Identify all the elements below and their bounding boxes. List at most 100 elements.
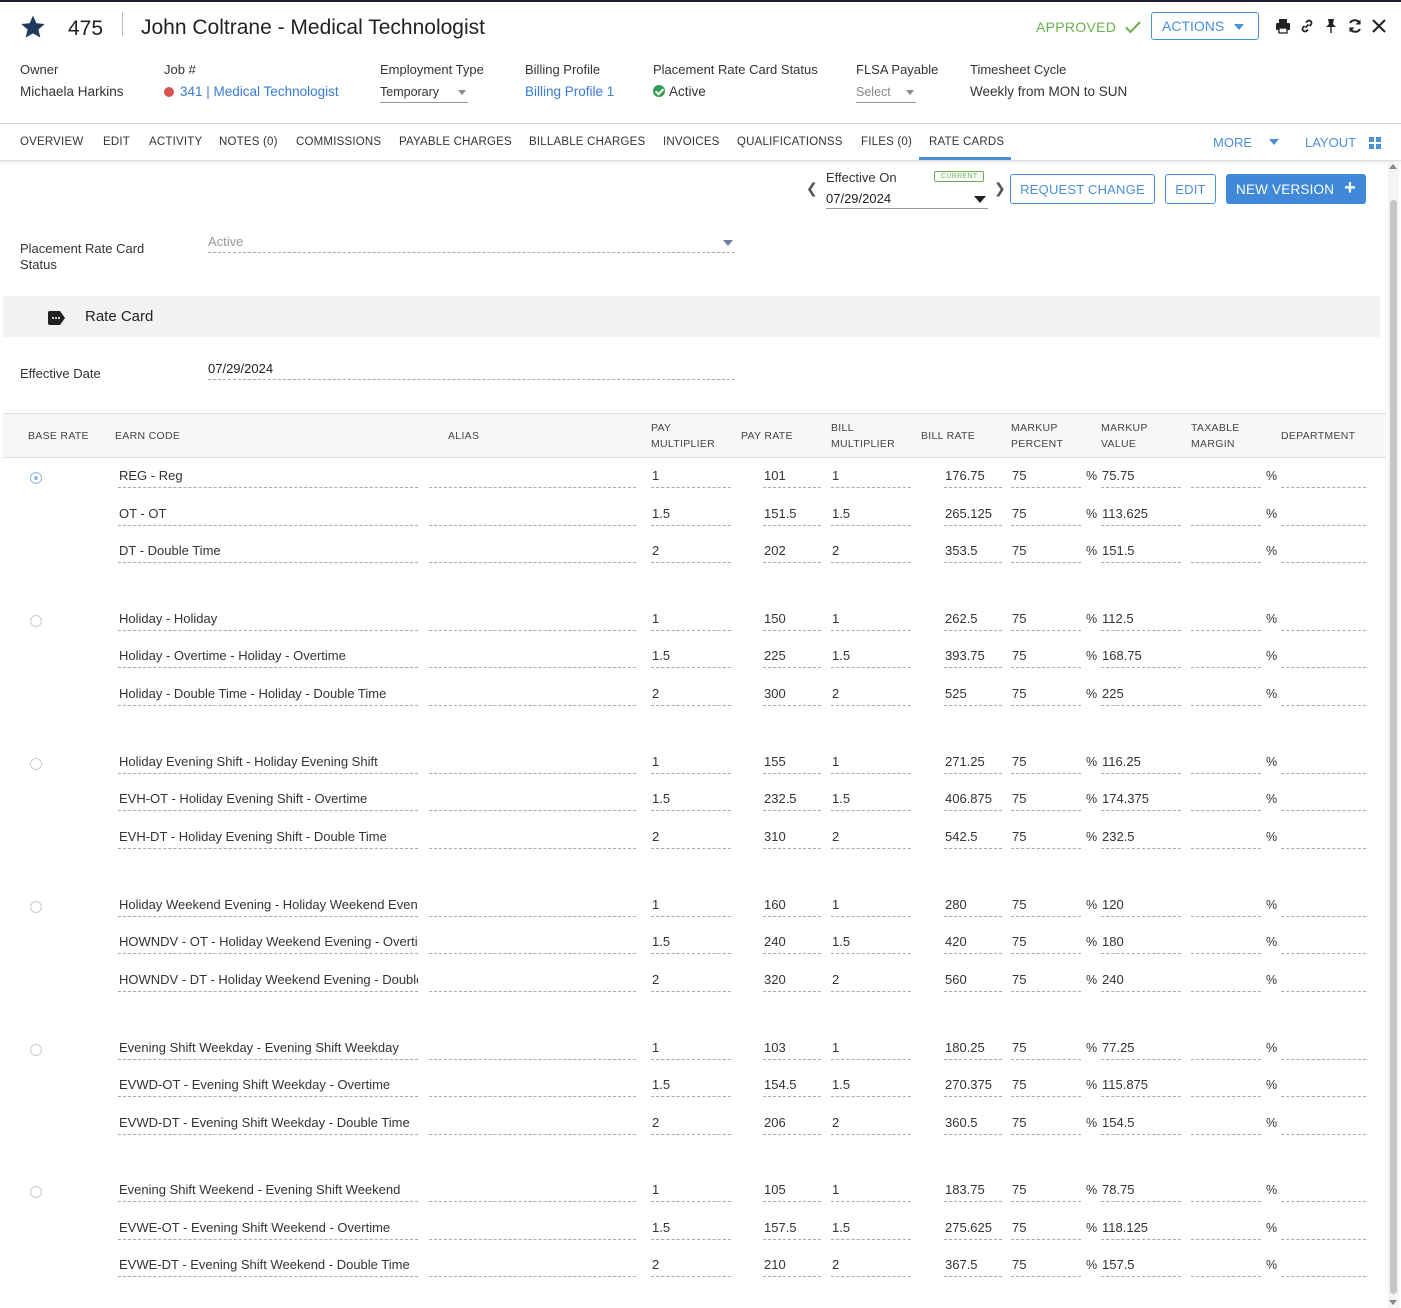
markup-percent-field[interactable]: 75 [1011, 686, 1081, 706]
department-field[interactable] [1281, 1257, 1366, 1277]
actions-button[interactable]: ACTIONS [1151, 12, 1259, 40]
bill-rate-field[interactable]: 280 [944, 897, 1002, 917]
pay-rate-field[interactable]: 300 [763, 686, 821, 706]
markup-value-field[interactable]: 78.75 [1101, 1182, 1181, 1202]
base-rate-radio[interactable] [30, 758, 42, 770]
pay-rate-field[interactable]: 310 [763, 829, 821, 849]
earn-code-field[interactable]: HOWNDV - DT - Holiday Weekend Evening - … [118, 972, 418, 992]
bill-multiplier-field[interactable]: 1 [831, 1182, 911, 1202]
tab-edit[interactable]: EDIT [103, 136, 130, 148]
bill-rate-field[interactable]: 275.625 [944, 1220, 1002, 1240]
chevron-left-icon[interactable]: ❮ [806, 180, 818, 197]
earn-code-field[interactable]: Holiday - Overtime - Holiday - Overtime [118, 648, 418, 668]
department-field[interactable] [1281, 972, 1366, 992]
bill-multiplier-field[interactable]: 1.5 [831, 934, 911, 954]
tab-invoices[interactable]: INVOICES [663, 136, 720, 148]
pin-icon[interactable] [1323, 18, 1339, 34]
chevron-right-icon[interactable]: ❯ [994, 180, 1006, 197]
pay-rate-field[interactable]: 240 [763, 934, 821, 954]
department-field[interactable] [1281, 829, 1366, 849]
bill-multiplier-field[interactable]: 1 [831, 754, 911, 774]
alias-field[interactable] [429, 1077, 636, 1097]
tab-billable-charges[interactable]: BILLABLE CHARGES [529, 136, 645, 148]
bill-multiplier-field[interactable]: 2 [831, 1257, 911, 1277]
link-icon[interactable] [1299, 18, 1315, 34]
markup-percent-field[interactable]: 75 [1011, 791, 1081, 811]
tab-notes[interactable]: NOTES (0) [219, 136, 278, 148]
earn-code-field[interactable]: Evening Shift Weekend - Evening Shift We… [118, 1182, 418, 1202]
markup-percent-field[interactable]: 75 [1011, 1040, 1081, 1060]
pay-rate-field[interactable]: 320 [763, 972, 821, 992]
pay-rate-field[interactable]: 232.5 [763, 791, 821, 811]
markup-percent-field[interactable]: 75 [1011, 897, 1081, 917]
taxable-margin-field[interactable] [1191, 1182, 1261, 1202]
pay-rate-field[interactable]: 155 [763, 754, 821, 774]
refresh-icon[interactable] [1347, 18, 1363, 34]
department-field[interactable] [1281, 1040, 1366, 1060]
alias-field[interactable] [429, 972, 636, 992]
markup-percent-field[interactable]: 75 [1011, 1220, 1081, 1240]
department-field[interactable] [1281, 1220, 1366, 1240]
employment-type-select[interactable]: Temporary [380, 85, 468, 103]
taxable-margin-field[interactable] [1191, 972, 1261, 992]
alias-field[interactable] [429, 791, 636, 811]
taxable-margin-field[interactable] [1191, 829, 1261, 849]
earn-code-field[interactable]: REG - Reg [118, 468, 418, 488]
bill-rate-field[interactable]: 183.75 [944, 1182, 1002, 1202]
markup-value-field[interactable]: 151.5 [1101, 543, 1181, 563]
pay-multiplier-field[interactable]: 1.5 [651, 506, 731, 526]
pay-multiplier-field[interactable]: 2 [651, 1257, 731, 1277]
pay-rate-field[interactable]: 160 [763, 897, 821, 917]
markup-value-field[interactable]: 113.625 [1101, 506, 1181, 526]
markup-percent-field[interactable]: 75 [1011, 1077, 1081, 1097]
taxable-margin-field[interactable] [1191, 754, 1261, 774]
department-field[interactable] [1281, 1115, 1366, 1135]
pay-multiplier-field[interactable]: 2 [651, 972, 731, 992]
earn-code-field[interactable]: EVWD-DT - Evening Shift Weekday - Double… [118, 1115, 418, 1135]
alias-field[interactable] [429, 1182, 636, 1202]
alias-field[interactable] [429, 648, 636, 668]
bill-multiplier-field[interactable]: 2 [831, 686, 911, 706]
pay-multiplier-field[interactable]: 2 [651, 543, 731, 563]
pay-rate-field[interactable]: 210 [763, 1257, 821, 1277]
department-field[interactable] [1281, 468, 1366, 488]
pay-rate-field[interactable]: 225 [763, 648, 821, 668]
earn-code-field[interactable]: EVH-DT - Holiday Evening Shift - Double … [118, 829, 418, 849]
alias-field[interactable] [429, 897, 636, 917]
department-field[interactable] [1281, 648, 1366, 668]
bill-multiplier-field[interactable]: 1.5 [831, 1077, 911, 1097]
taxable-margin-field[interactable] [1191, 543, 1261, 563]
taxable-margin-field[interactable] [1191, 1077, 1261, 1097]
print-icon[interactable] [1275, 18, 1291, 34]
markup-value-field[interactable]: 112.5 [1101, 611, 1181, 631]
markup-value-field[interactable]: 232.5 [1101, 829, 1181, 849]
bill-multiplier-field[interactable]: 1 [831, 611, 911, 631]
department-field[interactable] [1281, 543, 1366, 563]
markup-value-field[interactable]: 118.125 [1101, 1220, 1181, 1240]
department-field[interactable] [1281, 791, 1366, 811]
bill-rate-field[interactable]: 406.875 [944, 791, 1002, 811]
pay-rate-field[interactable]: 157.5 [763, 1220, 821, 1240]
star-icon[interactable] [20, 14, 46, 40]
bill-rate-field[interactable]: 525 [944, 686, 1002, 706]
bill-rate-field[interactable]: 271.25 [944, 754, 1002, 774]
markup-percent-field[interactable]: 75 [1011, 648, 1081, 668]
bill-multiplier-field[interactable]: 1 [831, 468, 911, 488]
markup-percent-field[interactable]: 75 [1011, 754, 1081, 774]
chevron-down-icon[interactable] [1269, 139, 1279, 145]
earn-code-field[interactable]: Holiday Weekend Evening - Holiday Weeken… [118, 897, 418, 917]
alias-field[interactable] [429, 1040, 636, 1060]
taxable-margin-field[interactable] [1191, 1040, 1261, 1060]
effective-date-input[interactable]: 07/29/2024 [208, 361, 735, 380]
markup-percent-field[interactable]: 75 [1011, 1257, 1081, 1277]
pay-multiplier-field[interactable]: 1.5 [651, 934, 731, 954]
taxable-margin-field[interactable] [1191, 686, 1261, 706]
layout-button[interactable]: LAYOUT [1305, 135, 1356, 150]
markup-value-field[interactable]: 180 [1101, 934, 1181, 954]
earn-code-field[interactable]: Holiday - Holiday [118, 611, 418, 631]
more-menu[interactable]: MORE [1213, 135, 1252, 150]
department-field[interactable] [1281, 686, 1366, 706]
markup-percent-field[interactable]: 75 [1011, 506, 1081, 526]
bill-rate-field[interactable]: 180.25 [944, 1040, 1002, 1060]
base-rate-radio[interactable] [30, 901, 42, 913]
